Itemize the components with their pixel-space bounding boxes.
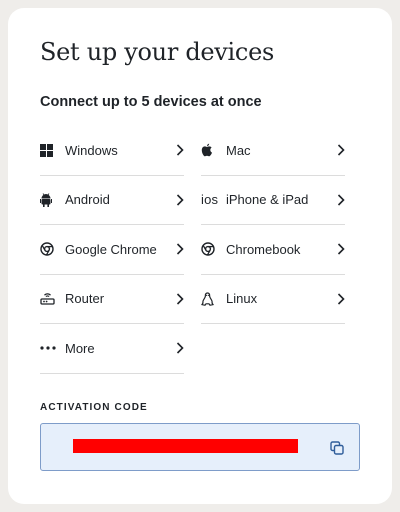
device-label: Router xyxy=(65,291,105,307)
chevron-right-icon xyxy=(172,293,184,305)
device-item-router[interactable]: Router xyxy=(40,275,184,324)
chevron-right-icon xyxy=(333,293,345,305)
chevron-right-icon xyxy=(172,243,184,255)
device-column-left: Windows Android Google Chrome Router Mor… xyxy=(40,126,184,374)
setup-devices-card: Set up your devices Connect up to 5 devi… xyxy=(8,8,392,504)
device-label: More xyxy=(65,340,95,356)
device-item-iphone-ipad[interactable]: ios iPhone & iPad xyxy=(201,176,345,225)
device-label: iPhone & iPad xyxy=(226,192,309,208)
device-item-chromebook[interactable]: Chromebook xyxy=(201,225,345,275)
chevron-right-icon xyxy=(333,194,345,206)
activation-code-label: ACTIVATION CODE xyxy=(40,401,148,413)
windows-icon xyxy=(40,143,62,157)
router-icon xyxy=(40,292,62,305)
device-label: Android xyxy=(65,192,110,208)
android-icon xyxy=(40,193,62,207)
activation-code-value-redacted xyxy=(73,438,298,453)
device-column-right: Mac ios iPhone & iPad Chromebook Linux xyxy=(201,126,345,374)
device-item-windows[interactable]: Windows xyxy=(40,126,184,176)
device-item-linux[interactable]: Linux xyxy=(201,275,345,324)
device-grid: Windows Android Google Chrome Router Mor… xyxy=(40,126,360,374)
more-dots-icon xyxy=(40,346,62,350)
device-label: Mac xyxy=(226,142,251,158)
linux-icon xyxy=(201,292,223,306)
chevron-right-icon xyxy=(333,144,345,156)
device-item-more[interactable]: More xyxy=(40,324,184,374)
device-label: Linux xyxy=(226,291,258,307)
ios-icon: ios xyxy=(201,192,219,208)
device-label: Windows xyxy=(65,142,118,158)
copy-icon[interactable] xyxy=(328,439,346,457)
chevron-right-icon xyxy=(172,194,184,206)
chevron-right-icon xyxy=(172,144,184,156)
chevron-right-icon xyxy=(172,342,184,354)
device-label: Google Chrome xyxy=(65,241,157,257)
page-title: Set up your devices xyxy=(40,38,274,66)
chrome-icon xyxy=(40,242,62,256)
apple-icon xyxy=(201,143,223,157)
chrome-icon xyxy=(201,242,223,256)
chevron-right-icon xyxy=(333,243,345,255)
device-item-mac[interactable]: Mac xyxy=(201,126,345,176)
device-item-android[interactable]: Android xyxy=(40,176,184,225)
device-label: Chromebook xyxy=(226,241,301,257)
activation-code-field[interactable] xyxy=(40,422,360,471)
device-item-google-chrome[interactable]: Google Chrome xyxy=(40,225,184,275)
subtitle: Connect up to 5 devices at once xyxy=(40,94,262,110)
